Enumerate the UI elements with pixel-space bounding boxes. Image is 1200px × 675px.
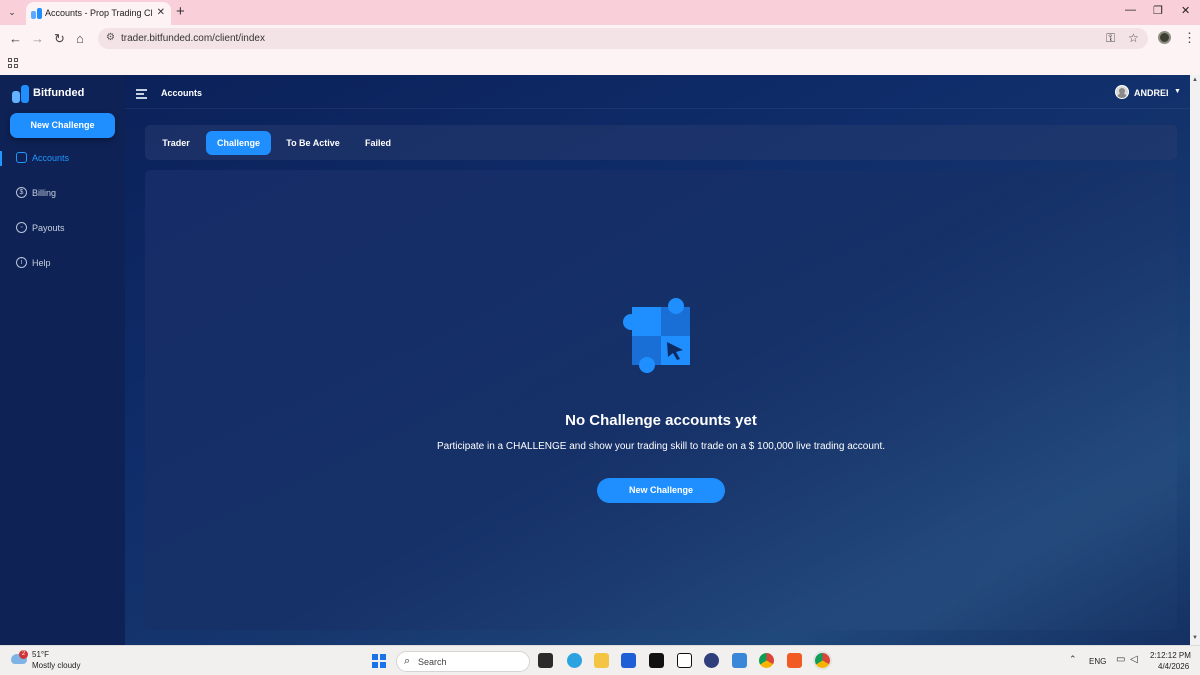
chrome-active-icon[interactable]: [815, 653, 830, 668]
address-bar[interactable]: ⚙ trader.bitfunded.com/client/index ⚿ ☆: [98, 28, 1148, 49]
network-icon[interactable]: ▭: [1116, 654, 1125, 665]
windows-taskbar: 2 51°F Mostly cloudy ⌕ Search ⌃ ENG ▭ ◁ …: [0, 645, 1200, 675]
empty-state-title: No Challenge accounts yet: [565, 412, 757, 429]
bitfunded-favicon-icon: [31, 8, 43, 19]
weather-temperature: 51°F: [32, 650, 49, 659]
tab-trader[interactable]: Trader: [151, 131, 201, 155]
new-tab-button[interactable]: +: [176, 3, 185, 20]
tradingview-icon[interactable]: [649, 653, 664, 668]
tab-challenge[interactable]: Challenge: [206, 131, 271, 155]
new-challenge-button[interactable]: New Challenge: [597, 478, 725, 503]
taskbar-search[interactable]: ⌕ Search: [396, 651, 530, 672]
user-name: ANDREI: [1134, 88, 1169, 98]
page-title: Accounts: [161, 88, 203, 98]
tab-search-chevron-icon[interactable]: ⌄: [4, 4, 20, 20]
search-label: Search: [418, 657, 447, 667]
maximize-button[interactable]: ❐: [1153, 4, 1163, 17]
clock-time[interactable]: 2:12:12 PM: [1150, 651, 1191, 660]
payout-icon: ◦: [16, 222, 27, 233]
clock-date[interactable]: 4/4/2026: [1158, 662, 1189, 671]
minimize-button[interactable]: —: [1125, 4, 1136, 16]
chevron-down-icon: ▼: [1174, 88, 1181, 95]
brand-name: Bitfunded: [33, 87, 85, 99]
close-window-button[interactable]: ✕: [1181, 4, 1190, 17]
avatar: [1115, 85, 1129, 99]
chrome-icon[interactable]: [759, 653, 774, 668]
empty-state-panel: No Challenge accounts yet Participate in…: [145, 170, 1177, 630]
sidebar-item-label: Help: [32, 258, 51, 268]
home-icon[interactable]: ⌂: [76, 31, 84, 46]
browser-menu-icon[interactable]: ⋮: [1183, 30, 1196, 46]
vpn-lock-icon[interactable]: [704, 653, 719, 668]
chevron-up-icon[interactable]: ⌃: [1069, 654, 1077, 665]
notion-icon[interactable]: [677, 653, 692, 668]
page-scrollbar[interactable]: ▲ ▼: [1190, 75, 1200, 645]
site-info-icon[interactable]: ⚙: [106, 32, 115, 43]
bookmark-star-icon[interactable]: ☆: [1128, 31, 1139, 45]
sidebar-item-payouts[interactable]: ◦ Payouts: [0, 218, 125, 240]
sidebar-item-help[interactable]: i Help: [0, 253, 125, 275]
language-indicator[interactable]: ENG: [1089, 657, 1106, 666]
browser-tab-accounts[interactable]: Accounts - Prop Trading Client ✕: [26, 2, 171, 25]
sidebar-item-accounts[interactable]: Accounts: [0, 148, 125, 170]
help-icon: i: [16, 257, 27, 268]
empty-state-subtitle: Participate in a CHALLENGE and show your…: [436, 441, 886, 452]
browser-toolbar: ← → ↻ ⌂ ⚙ trader.bitfunded.com/client/in…: [0, 25, 1200, 53]
task-view-icon[interactable]: [538, 653, 553, 668]
sidebar-item-label: Billing: [32, 188, 57, 198]
top-header: Accounts ANDREI ▼: [125, 75, 1200, 109]
brave-icon[interactable]: [787, 653, 802, 668]
reload-icon[interactable]: ↻: [54, 31, 65, 47]
sidebar-new-challenge-button[interactable]: New Challenge: [10, 113, 115, 138]
weather-condition: Mostly cloudy: [32, 661, 81, 670]
scroll-down-icon[interactable]: ▼: [1192, 635, 1198, 641]
malwarebytes-icon[interactable]: [621, 653, 636, 668]
bookmarks-bar: [0, 53, 1200, 75]
wallet-icon: [16, 152, 27, 163]
forward-arrow-icon[interactable]: →: [31, 31, 44, 46]
back-arrow-icon[interactable]: ←: [9, 31, 22, 46]
tab-close-icon[interactable]: ✕: [157, 7, 165, 18]
browser-tab-title: Accounts - Prop Trading Client: [45, 8, 153, 18]
app-root: Bitfunded New Challenge Accounts $ Billi…: [0, 75, 1200, 645]
password-key-icon[interactable]: ⚿: [1106, 31, 1115, 46]
telegram-icon[interactable]: [567, 653, 582, 668]
account-type-tabs: Trader Challenge To Be Active Failed: [145, 125, 1177, 160]
bitfunded-logo-icon: [12, 85, 30, 103]
notification-badge: 2: [19, 650, 28, 659]
profile-avatar-icon[interactable]: [1158, 31, 1171, 44]
windows-start-icon[interactable]: [372, 654, 386, 668]
file-explorer-icon[interactable]: [594, 653, 609, 668]
hamburger-menu-icon[interactable]: [136, 89, 147, 99]
tab-to-be-active[interactable]: To Be Active: [276, 131, 350, 155]
tab-failed[interactable]: Failed: [355, 131, 401, 155]
dollar-icon: $: [16, 187, 27, 198]
address-url[interactable]: trader.bitfunded.com/client/index: [121, 33, 265, 44]
browser-tabstrip: ⌄ Accounts - Prop Trading Client ✕ + — ❐…: [0, 0, 1200, 25]
apps-grid-icon[interactable]: [8, 58, 18, 68]
puzzle-cursor-icon: [623, 298, 693, 374]
volume-icon[interactable]: ◁: [1130, 654, 1138, 665]
sidebar-item-label: Payouts: [32, 223, 65, 233]
sidebar-item-billing[interactable]: $ Billing: [0, 183, 125, 205]
sidebar-item-label: Accounts: [32, 153, 70, 163]
search-icon: ⌕: [404, 655, 411, 667]
notepad-icon[interactable]: [732, 653, 747, 668]
scroll-up-icon[interactable]: ▲: [1192, 77, 1198, 83]
sidebar: Bitfunded New Challenge Accounts $ Billi…: [0, 75, 125, 645]
